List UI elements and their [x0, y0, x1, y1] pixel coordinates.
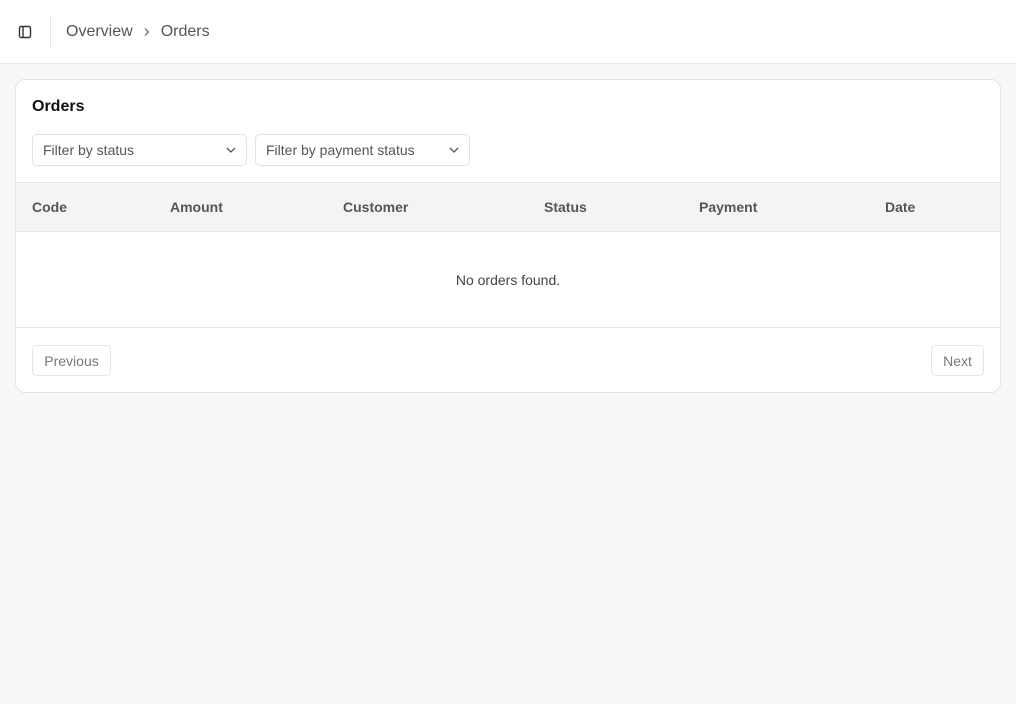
- column-header-status: Status: [544, 199, 587, 215]
- column-header-payment: Payment: [699, 199, 758, 215]
- sidebar-toggle-icon: [18, 25, 32, 38]
- header-divider: [50, 16, 51, 47]
- breadcrumb: Overview Orders: [66, 23, 210, 41]
- chevron-right-icon: [143, 27, 151, 37]
- card-title: Orders: [32, 98, 85, 115]
- sidebar-toggle-button[interactable]: [0, 0, 50, 64]
- table-header: Code Amount Customer Status Payment Date: [16, 182, 1000, 232]
- column-header-code: Code: [32, 199, 67, 215]
- previous-button[interactable]: Previous: [32, 345, 111, 376]
- column-header-customer: Customer: [343, 199, 409, 215]
- top-bar: Overview Orders: [0, 0, 1016, 64]
- status-filter-placeholder: Filter by status: [43, 142, 135, 158]
- column-header-amount: Amount: [170, 199, 223, 215]
- payment-filter-placeholder: Filter by payment status: [266, 142, 415, 158]
- breadcrumb-orders[interactable]: Orders: [161, 23, 210, 41]
- orders-card: Orders Filter by status Filter by paymen…: [15, 79, 1001, 393]
- breadcrumb-overview[interactable]: Overview: [66, 23, 133, 41]
- column-header-date: Date: [885, 199, 916, 215]
- payment-filter-select[interactable]: Filter by payment status: [255, 134, 470, 166]
- next-button[interactable]: Next: [931, 345, 984, 376]
- chevron-down-icon: [449, 147, 459, 153]
- status-filter-select[interactable]: Filter by status: [32, 134, 247, 166]
- empty-state-message: No orders found.: [16, 232, 1000, 328]
- chevron-down-icon: [226, 147, 236, 153]
